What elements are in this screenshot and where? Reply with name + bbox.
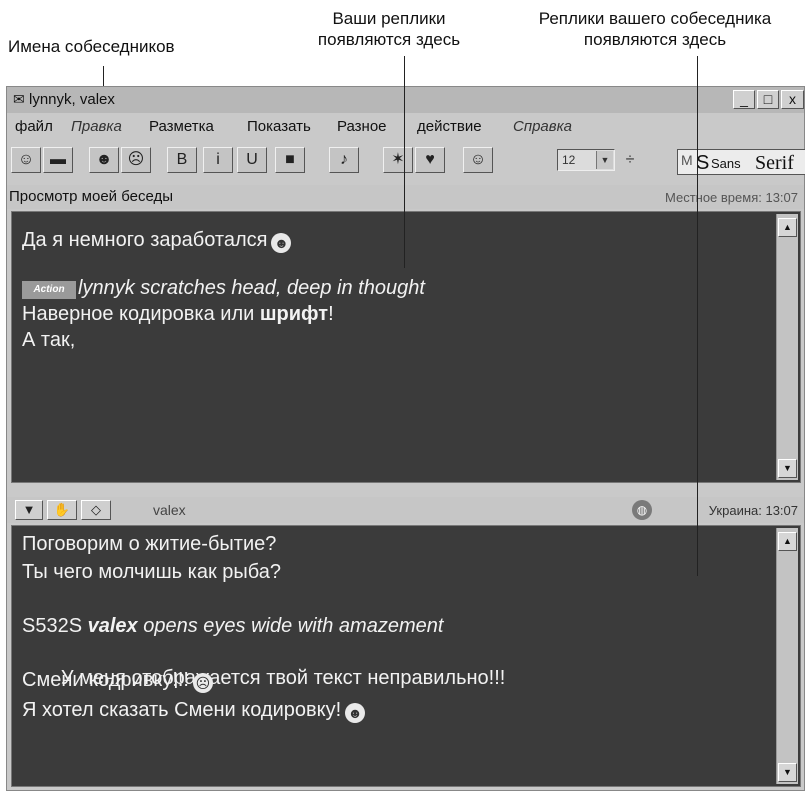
font-select-serif: Serif: [755, 152, 794, 174]
face-icon[interactable]: ☹: [121, 147, 151, 173]
message-text: Я хотел сказать Смени кодировку!: [22, 699, 342, 721]
history-message: Да я немного заработался ☻: [22, 228, 292, 253]
history-action-message: Action lynnyk scratches head, deep in tho…: [22, 276, 425, 300]
annotation-your-messages-line2: появляются здесь: [317, 30, 461, 49]
font-size-value: 12: [562, 153, 576, 167]
scroll-down-icon[interactable]: ▼: [778, 459, 797, 478]
minimize-button[interactable]: _: [733, 90, 755, 109]
message-text: !: [328, 303, 334, 325]
history-scrollbar[interactable]: ▲ ▼: [776, 214, 798, 480]
partner-name: valex: [153, 502, 186, 518]
input-header: ▼ ✋ ◇ valex ◍ Украина: 13:07: [7, 497, 804, 523]
bold-icon[interactable]: B: [167, 147, 197, 173]
scroll-up-icon[interactable]: ▲: [778, 218, 797, 237]
annotation-pointer-names: [103, 66, 104, 86]
title-bar[interactable]: ✉ lynnyk, valex _ □ x: [7, 87, 804, 113]
message-text: Да я немного заработался: [22, 229, 268, 251]
menu-bar: файл Правка Разметка Показать Разное дей…: [7, 115, 804, 139]
input-scrollbar[interactable]: ▲ ▼: [776, 528, 798, 784]
heart-icon[interactable]: ♥: [415, 147, 445, 173]
history-message: Наверное кодировка или шрифт!: [22, 302, 334, 326]
font-select-sans: Sans: [711, 156, 741, 171]
partner-action-message: S532S valex opens eyes wide with amazeme…: [22, 614, 443, 638]
annotation-pointer-your-messages: [404, 56, 405, 268]
message-text: Поговорим о житие-бытие?: [22, 533, 277, 555]
partner-message: Поговорим о житие-бытие?: [22, 532, 276, 556]
message-bold-text: шрифт: [259, 303, 329, 325]
chevron-down-icon[interactable]: ▼: [15, 500, 43, 520]
chevron-down-icon[interactable]: ▼: [596, 151, 613, 169]
message-text: А так,: [22, 329, 76, 351]
annotation-partner-messages-line2: появляются здесь: [583, 30, 727, 49]
color-icon[interactable]: ■: [275, 147, 305, 173]
annotation-partner-messages-line1: Реплики вашего собеседника: [538, 9, 772, 28]
font-select-s: S: [696, 152, 710, 174]
input-pane[interactable]: Поговорим о житие-бытие? Ты чего молчишь…: [11, 525, 801, 787]
menu-view[interactable]: Показать: [247, 118, 311, 136]
running-man-icon[interactable]: ✶: [383, 147, 413, 173]
font-select-prefix: M: [681, 152, 693, 168]
action-user: valex: [87, 615, 138, 637]
history-header: Просмотр моей беседы Местное время: 13:0…: [7, 185, 804, 209]
history-pane[interactable]: Да я немного заработался ☻ Action lynnyk s…: [11, 211, 801, 483]
annotation-pointer-partner-messages: [697, 56, 698, 576]
chat-bubble-icon: ✉: [13, 91, 25, 107]
chat-icon[interactable]: ☺: [11, 147, 41, 173]
history-message: А так,: [22, 328, 75, 352]
partner-time: Украина: 13:07: [708, 503, 798, 518]
message-text: Ты чего молчишь как рыба?: [22, 561, 281, 583]
message-text: Смени кодривку!!!: [22, 669, 189, 691]
smiley-icon: ☻: [271, 233, 292, 253]
action-prefix: S532S: [22, 615, 83, 637]
maximize-button[interactable]: □: [757, 90, 779, 109]
menu-misc[interactable]: Разное: [337, 118, 387, 136]
action-badge: Action: [22, 281, 76, 299]
partner-message: Ты чего молчишь как рыба?: [22, 560, 281, 584]
scroll-up-icon[interactable]: ▲: [778, 532, 797, 551]
underline-icon[interactable]: U: [237, 147, 267, 173]
hand-icon[interactable]: ✋: [47, 500, 77, 520]
smiley-icon: ☻: [345, 703, 366, 723]
emoticon-icon[interactable]: ☺: [463, 147, 493, 173]
menu-file[interactable]: файл: [15, 118, 53, 136]
message-text: lynnyk scratches head, deep in thought: [78, 277, 425, 299]
print-icon[interactable]: ▬: [43, 147, 73, 173]
annotation-your-messages-line1: Ваши реплики: [332, 9, 446, 28]
menu-action[interactable]: действие: [417, 118, 482, 136]
menu-help[interactable]: Справка: [513, 118, 572, 136]
shocked-face-icon: ☹: [192, 673, 213, 693]
message-text: opens eyes wide with amazement: [143, 615, 444, 637]
local-time: Местное время: 13:07: [664, 190, 798, 205]
menu-edit[interactable]: Правка: [71, 118, 122, 136]
scroll-down-icon[interactable]: ▼: [778, 763, 797, 782]
history-label: Просмотр моей беседы: [9, 188, 174, 205]
message-text: Наверное кодировка или: [22, 303, 260, 325]
annotation-names: Имена собеседников: [8, 37, 175, 56]
annotation-your-messages: Ваши реплики появляются здесь: [294, 8, 484, 50]
annotation-partner-messages: Реплики вашего собеседника появляются зд…: [510, 8, 800, 50]
action-icon[interactable]: ♪: [329, 147, 359, 173]
partner-message: Я хотел сказать Смени кодировку! ☻: [22, 698, 366, 723]
font-size-select[interactable]: 12 ▼: [557, 149, 615, 171]
font-size-stepper[interactable]: ÷: [621, 149, 639, 171]
smiley-icon[interactable]: ☻: [89, 147, 119, 173]
toolbar: ☺ ▬ ☻ ☹ B i U ■ ♪ ✶ ♥ ☺ 12 ▼ ÷ M S Sans …: [7, 143, 805, 177]
chat-window: ✉ lynnyk, valex _ □ x файл Правка Размет…: [6, 86, 805, 791]
window-title: lynnyk, valex: [29, 91, 115, 108]
close-button[interactable]: x: [781, 90, 804, 109]
menu-markup[interactable]: Разметка: [149, 118, 214, 136]
partner-message: Смени кодривку!!! ☹: [22, 668, 213, 693]
globe-icon: ◍: [632, 500, 652, 520]
italic-icon[interactable]: i: [203, 147, 233, 173]
eraser-icon[interactable]: ◇: [81, 500, 111, 520]
